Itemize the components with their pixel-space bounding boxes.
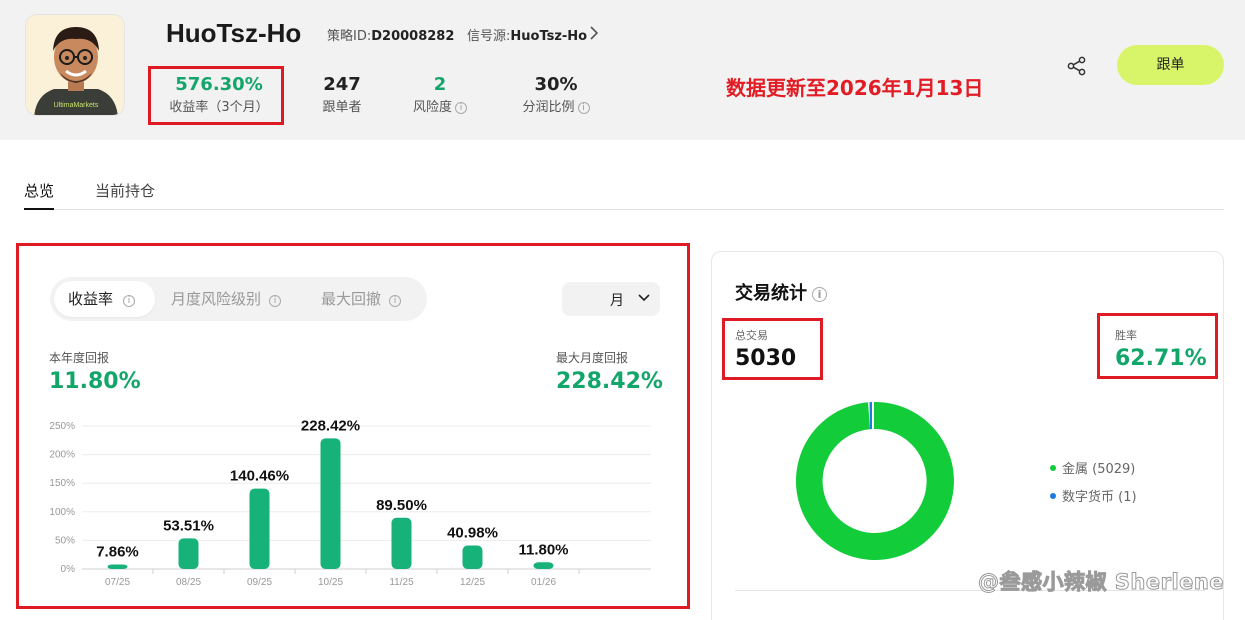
stat-profit-share-value: 30% xyxy=(534,74,578,95)
legend-dot xyxy=(1050,493,1056,499)
max-monthly-return-label: 最大月度回报 xyxy=(556,351,629,365)
bar-value-label: 7.86% xyxy=(96,544,139,561)
annual-return-value: 11.80% xyxy=(49,369,141,394)
x-tick-label: 10/25 xyxy=(318,577,343,588)
stat-followers-value: 247 xyxy=(323,74,361,95)
share-icon[interactable] xyxy=(1067,56,1087,76)
follow-button[interactable]: 跟单 xyxy=(1117,45,1224,85)
avatar: UltimaMarkets xyxy=(25,14,125,116)
y-tick-label: 50% xyxy=(55,535,75,546)
x-tick-label: 01/26 xyxy=(531,577,556,588)
avatar-illustration: UltimaMarkets xyxy=(26,15,124,115)
legend-crypto-label: 数字货币 (1) xyxy=(1062,490,1137,505)
chevron-right-icon[interactable] xyxy=(588,25,600,41)
strategy-id-value: D20008282 xyxy=(371,29,455,44)
tab-current-positions[interactable]: 当前持仓 xyxy=(95,180,155,210)
info-icon[interactable]: i xyxy=(812,287,827,302)
watermark: @叁感小辣椒 Sherlene xyxy=(977,570,1225,595)
legend-item-metals: 金属 (5029) xyxy=(1050,458,1135,477)
signal-source-link[interactable]: 信号源:HuoTsz-Ho xyxy=(467,25,587,44)
signal-source-value: HuoTsz-Ho xyxy=(510,29,588,44)
signal-source-label: 信号源: xyxy=(467,29,511,44)
asset-donut-chart xyxy=(795,401,954,560)
bar xyxy=(107,564,128,569)
stat-risk-value: 2 xyxy=(433,74,447,95)
annual-return-label: 本年度回报 xyxy=(49,351,110,365)
trade-stats-card xyxy=(711,251,1224,620)
strategy-id: 策略ID:D20008282 xyxy=(327,25,454,44)
y-tick-label: 0% xyxy=(61,564,76,575)
bar xyxy=(178,538,199,569)
stat-followers-label: 跟单者 xyxy=(322,100,362,115)
trade-stats-title: 交易统计 i xyxy=(735,279,827,305)
highlight-box-total-trades xyxy=(722,318,823,380)
period-select-value: 月 xyxy=(610,293,624,309)
strategy-page: UltimaMarkets HuoTsz-Ho 策略ID:D20008282 信… xyxy=(0,0,1245,620)
y-tick-label: 150% xyxy=(49,478,75,489)
bar-value-label: 11.80% xyxy=(518,541,568,558)
y-tick-label: 200% xyxy=(49,450,75,461)
segment-return-label: 收益率 xyxy=(68,290,114,308)
segment-max-drawdown[interactable]: 最大回撤 i xyxy=(321,277,402,321)
bar-value-label: 53.51% xyxy=(163,517,214,534)
bar xyxy=(533,562,554,569)
info-icon[interactable]: i xyxy=(389,295,402,307)
stat-risk: 2 风险度 i xyxy=(405,74,475,115)
stat-risk-label-text: 风险度 xyxy=(412,100,452,115)
main-tabs: 总览 当前持仓 xyxy=(24,180,1224,210)
segment-max-drawdown-label: 最大回撤 xyxy=(321,290,382,308)
x-tick-label: 07/25 xyxy=(105,577,130,588)
donut-segment-metals xyxy=(795,401,954,560)
stat-profit-share-label-text: 分润比例 xyxy=(522,100,575,115)
bar xyxy=(462,545,483,569)
avatar-shirt-text: UltimaMarkets xyxy=(54,102,99,109)
info-icon[interactable]: i xyxy=(269,295,282,307)
bar-value-label: 89.50% xyxy=(376,497,427,514)
strategy-id-label: 策略ID: xyxy=(327,29,372,44)
legend-dot xyxy=(1050,465,1056,471)
chevron-down-icon xyxy=(638,294,650,302)
bar-value-label: 228.42% xyxy=(301,417,360,434)
segment-return[interactable]: 收益率 i xyxy=(54,281,155,317)
legend-metals-label: 金属 (5029) xyxy=(1062,462,1136,477)
info-icon[interactable]: i xyxy=(455,102,467,114)
segment-monthly-risk-label: 月度风险级别 xyxy=(171,290,262,308)
info-icon[interactable]: i xyxy=(577,102,590,114)
highlight-box-return xyxy=(148,66,284,125)
bar xyxy=(391,517,412,569)
metric-segmented-control: 收益率 i 月度风险级别 i 最大回撤 i xyxy=(50,277,427,321)
period-select[interactable]: 月 xyxy=(562,282,660,316)
stat-followers: 247 跟单者 xyxy=(313,74,371,115)
x-tick-label: 12/25 xyxy=(460,577,485,588)
segment-monthly-risk[interactable]: 月度风险级别 i xyxy=(171,277,282,321)
stat-risk-label: 风险度 i xyxy=(405,96,475,115)
y-tick-label: 100% xyxy=(49,507,75,518)
monthly-return-chart: 0% 50% 100% 150% 200% 250% 7.86% 07/25 53.51% 08/… xyxy=(49,417,651,588)
stat-profit-share-label: 分润比例 i xyxy=(514,96,598,115)
legend-item-crypto: 数字货币 (1) xyxy=(1050,486,1137,505)
max-monthly-return-value: 228.42% xyxy=(556,369,663,394)
stat-profit-share: 30% 分润比例 i xyxy=(514,74,598,115)
x-tick-label: 08/25 xyxy=(176,577,201,588)
strategy-header: UltimaMarkets HuoTsz-Ho 策略ID:D20008282 信… xyxy=(0,0,1245,140)
info-icon[interactable]: i xyxy=(123,295,136,307)
tab-overview[interactable]: 总览 xyxy=(24,180,55,210)
trade-stats-title-text: 交易统计 xyxy=(735,283,807,304)
highlight-box-win-rate xyxy=(1097,313,1218,379)
bar xyxy=(320,438,341,569)
x-tick-label: 11/25 xyxy=(389,577,414,588)
bar xyxy=(249,488,270,569)
y-tick-label: 250% xyxy=(49,421,75,432)
x-tick-label: 09/25 xyxy=(247,577,272,588)
bar-value-label: 140.46% xyxy=(230,468,289,485)
strategy-name: HuoTsz-Ho xyxy=(166,18,302,48)
donut-segment-crypto xyxy=(869,402,872,430)
data-update-notice: 数据更新至2026年1月13日 xyxy=(726,76,984,100)
bar-value-label: 40.98% xyxy=(447,525,498,542)
